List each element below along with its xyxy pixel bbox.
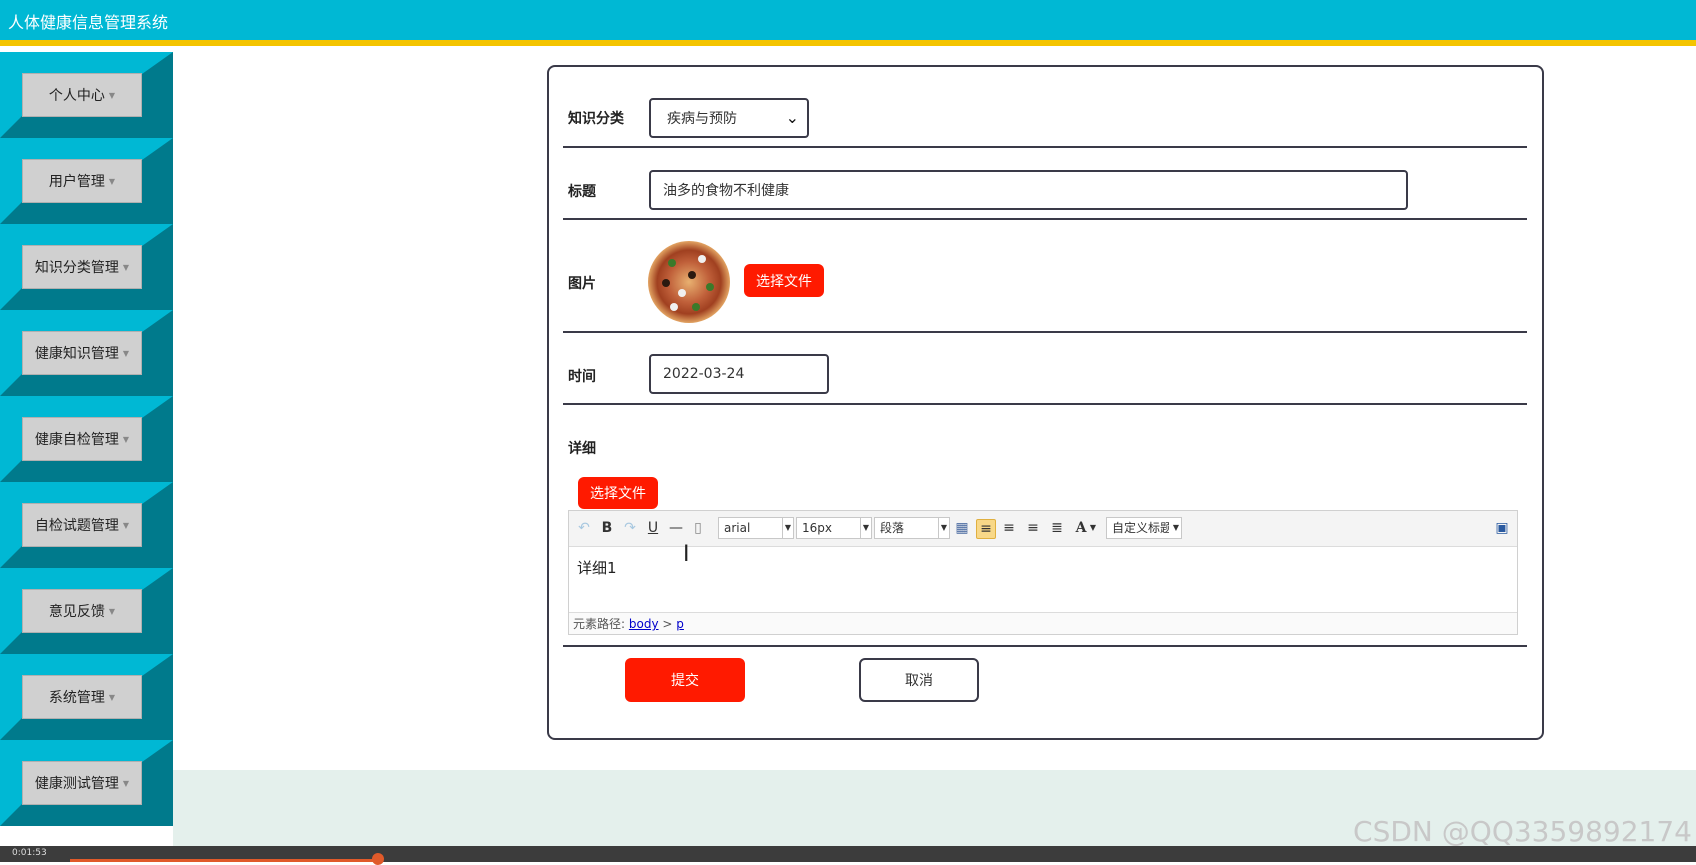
sidebar-item-label: 系统管理	[48, 690, 105, 706]
editor-toolbar: ↶ B ↷ U — ▯ arial ▼ 16px ▼ 段落 ▼ ▦ ≡ ≡ ≡ …	[569, 511, 1517, 547]
element-path-body-link[interactable]: body	[629, 617, 659, 631]
sidebar-item-personal-center: 个人中心 ▼	[0, 52, 173, 138]
text-cursor-icon: I	[683, 542, 690, 567]
divider	[563, 403, 1527, 405]
custom-heading-select[interactable]: 自定义标题 ▼	[1106, 517, 1182, 539]
caret-down-icon: ▼	[108, 90, 116, 100]
caret-down-icon: ▼	[122, 348, 130, 358]
sidebar-item-label: 个人中心	[48, 88, 105, 104]
image-label: 图片	[568, 276, 596, 292]
custom-heading-value: 自定义标题	[1112, 521, 1173, 535]
time-input[interactable]: 2022-03-24	[649, 354, 829, 394]
detail-upload-button[interactable]: 选择文件	[578, 477, 658, 509]
sidebar-button-user-management[interactable]: 用户管理 ▼	[22, 159, 142, 203]
submit-button[interactable]: 提交	[625, 658, 745, 702]
app-title: 人体健康信息管理系统	[8, 13, 169, 32]
sidebar-button-feedback[interactable]: 意见反馈 ▼	[22, 589, 142, 633]
font-size-value: 16px	[802, 521, 832, 535]
font-size-select[interactable]: 16px ▼	[796, 517, 872, 539]
horizontal-rule-icon[interactable]: —	[667, 519, 685, 537]
rich-text-editor[interactable]: ↶ B ↷ U — ▯ arial ▼ 16px ▼ 段落 ▼ ▦ ≡ ≡ ≡ …	[568, 510, 1518, 635]
sidebar-item-knowledge-management: 健康知识管理 ▼	[0, 310, 173, 396]
divider	[563, 331, 1527, 333]
align-left-icon[interactable]: ≡	[976, 519, 996, 539]
sidebar-item-label: 健康测试管理	[34, 776, 119, 792]
caret-down-icon: ▼	[122, 262, 130, 272]
element-path-p-link[interactable]: p	[676, 617, 684, 631]
element-path-label: 元素路径:	[573, 617, 626, 631]
sidebar-item-category-management: 知识分类管理 ▼	[0, 224, 173, 310]
divider	[563, 218, 1527, 220]
title-label: 标题	[568, 184, 596, 200]
caret-down-icon: ▼	[122, 778, 130, 788]
caret-down-icon: ▼	[108, 606, 116, 616]
fullscreen-icon[interactable]: ▣	[1493, 519, 1511, 537]
video-playback-bar: 0:01:53	[0, 846, 1696, 865]
sidebar-item-system-management: 系统管理 ▼	[0, 654, 173, 740]
image-upload-button[interactable]: 选择文件	[744, 264, 824, 297]
element-path-separator: >	[662, 617, 673, 631]
dropdown-arrow-icon: ▼	[862, 523, 869, 532]
element-path-bar: 元素路径: body > p	[569, 612, 1517, 634]
editor-content[interactable]: 详细1	[577, 557, 617, 578]
video-time: 0:01:53	[12, 848, 47, 858]
sidebar-item-self-check-management: 健康自检管理 ▼	[0, 396, 173, 482]
divider	[563, 146, 1527, 148]
caret-down-icon: ▼	[108, 692, 116, 702]
sidebar-item-label: 健康自检管理	[34, 432, 119, 448]
time-input-value: 2022-03-24	[663, 366, 745, 382]
sidebar-button-knowledge-management[interactable]: 健康知识管理 ▼	[22, 331, 142, 375]
dropdown-arrow-icon[interactable]: ▼	[1084, 519, 1102, 537]
cancel-button[interactable]: 取消	[859, 658, 979, 702]
category-label: 知识分类	[568, 111, 624, 127]
sidebar-button-question-management[interactable]: 自检试题管理 ▼	[22, 503, 142, 547]
caret-down-icon: ▼	[108, 176, 116, 186]
sidebar-item-label: 知识分类管理	[34, 260, 119, 276]
sidebar-item-label: 自检试题管理	[34, 518, 119, 534]
title-input[interactable]: 油多的食物不利健康	[649, 170, 1408, 210]
dropdown-arrow-icon: ▼	[940, 523, 947, 532]
redo-icon[interactable]: ↷	[621, 519, 639, 537]
title-input-value: 油多的食物不利健康	[663, 183, 789, 199]
pizza-thumbnail-image	[648, 241, 730, 323]
top-header: 人体健康信息管理系统	[0, 0, 1696, 46]
align-center-icon[interactable]: ≡	[1024, 519, 1042, 537]
sidebar-button-health-test-management[interactable]: 健康测试管理 ▼	[22, 761, 142, 805]
font-family-value: arial	[724, 521, 751, 535]
paragraph-select[interactable]: 段落 ▼	[874, 517, 950, 539]
sidebar: 个人中心 ▼ 用户管理 ▼ 知识分类管理 ▼ 健康知识管理 ▼ 健康自检管理 ▼	[0, 52, 173, 827]
video-progress-knob[interactable]	[372, 853, 384, 865]
table-icon[interactable]: ▦	[953, 519, 971, 537]
sidebar-item-label: 健康知识管理	[34, 346, 119, 362]
font-family-select[interactable]: arial ▼	[718, 517, 794, 539]
align-justify-icon[interactable]: ≣	[1048, 519, 1066, 537]
divider	[563, 645, 1527, 647]
sidebar-item-health-test-management: 健康测试管理 ▼	[0, 740, 173, 826]
sidebar-item-label: 意见反馈	[48, 604, 105, 620]
sidebar-button-self-check-management[interactable]: 健康自检管理 ▼	[22, 417, 142, 461]
page-icon[interactable]: ▯	[689, 519, 707, 537]
sidebar-item-feedback: 意见反馈 ▼	[0, 568, 173, 654]
sidebar-item-label: 用户管理	[48, 174, 105, 190]
detail-label: 详细	[568, 441, 596, 457]
sidebar-item-user-management: 用户管理 ▼	[0, 138, 173, 224]
time-label: 时间	[568, 369, 596, 385]
caret-down-icon: ▼	[122, 520, 130, 530]
paragraph-value: 段落	[880, 521, 905, 535]
sidebar-button-personal-center[interactable]: 个人中心 ▼	[22, 73, 142, 117]
sidebar-button-category-management[interactable]: 知识分类管理 ▼	[22, 245, 142, 289]
chevron-down-icon: ⌄	[785, 108, 799, 127]
watermark: CSDN @QQ3359892174	[1353, 815, 1692, 848]
underline-icon[interactable]: U	[644, 519, 662, 537]
category-select[interactable]: 疾病与预防 ⌄	[649, 98, 809, 138]
bold-icon[interactable]: B	[598, 519, 616, 537]
align-right-icon[interactable]: ≡	[1000, 519, 1018, 537]
dropdown-arrow-icon: ▼	[1172, 523, 1179, 532]
sidebar-button-system-management[interactable]: 系统管理 ▼	[22, 675, 142, 719]
category-select-value: 疾病与预防	[667, 111, 737, 127]
sidebar-item-question-management: 自检试题管理 ▼	[0, 482, 173, 568]
caret-down-icon: ▼	[122, 434, 130, 444]
undo-icon[interactable]: ↶	[575, 519, 593, 537]
dropdown-arrow-icon: ▼	[784, 523, 791, 532]
